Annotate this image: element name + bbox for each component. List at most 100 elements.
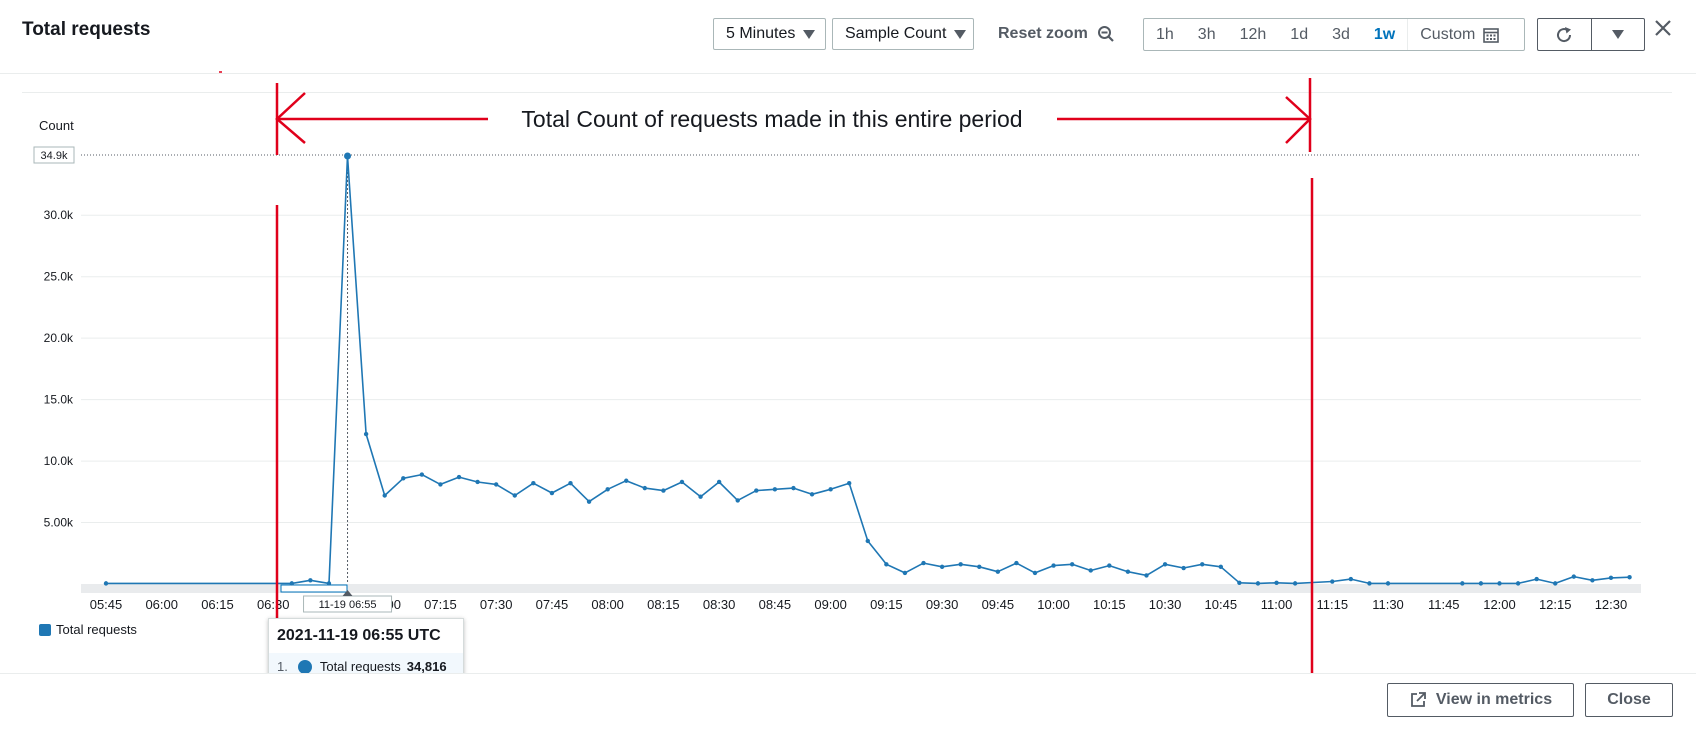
series-points xyxy=(103,152,1632,586)
data-point xyxy=(344,152,352,160)
tooltip-series-dot xyxy=(297,659,312,674)
data-point xyxy=(1367,581,1372,586)
data-point xyxy=(772,487,778,492)
data-point xyxy=(1181,565,1186,571)
x-tick-label: 06:15 xyxy=(201,597,234,612)
x-tick-label: 08:45 xyxy=(759,597,792,612)
data-point xyxy=(661,488,666,493)
data-point xyxy=(847,481,852,486)
data-point xyxy=(1032,570,1038,576)
data-point xyxy=(1553,581,1558,586)
tooltip-series-name: Total requests xyxy=(319,659,401,674)
x-tick-label: 09:45 xyxy=(982,597,1015,612)
data-point xyxy=(1255,581,1261,586)
y-axis: 5.00k 10.0k 15.0k 20.0k 25.0k 30.0k 34.9k Count xyxy=(33,118,75,530)
data-point xyxy=(103,581,109,586)
close-button[interactable]: Close xyxy=(1585,683,1673,717)
data-point xyxy=(1144,573,1149,578)
x-tick-label: 06:30 xyxy=(257,597,290,612)
data-point xyxy=(1348,576,1354,582)
x-tick-label: 11:00 xyxy=(1261,597,1293,612)
data-point xyxy=(419,472,425,477)
tooltip-date: 2021-11-19 06:55 UTC xyxy=(277,627,441,644)
data-point xyxy=(1069,562,1075,567)
data-point xyxy=(1478,581,1484,586)
hover-label-text: 11-19 06:55 xyxy=(319,599,377,611)
data-point xyxy=(326,581,332,586)
data-point xyxy=(1274,580,1279,585)
tooltip-value: 34,816 xyxy=(406,659,447,674)
data-point xyxy=(1088,568,1093,573)
x-tick-label: 12:00 xyxy=(1483,597,1516,612)
data-point xyxy=(549,490,555,496)
data-point xyxy=(531,481,536,486)
data-point xyxy=(512,493,517,498)
x-tick-label: 10:00 xyxy=(1037,597,1070,612)
x-tick-label: 11:15 xyxy=(1316,597,1348,612)
data-point xyxy=(438,482,443,487)
data-point xyxy=(735,498,740,503)
data-point xyxy=(1627,575,1632,580)
data-point xyxy=(716,479,722,485)
data-point xyxy=(456,474,462,480)
data-point xyxy=(1051,563,1056,568)
data-point xyxy=(679,479,685,485)
x-tick-label: 12:30 xyxy=(1595,597,1628,612)
data-point xyxy=(1608,575,1614,581)
data-point xyxy=(401,476,406,481)
data-point xyxy=(1200,562,1205,567)
x-tick-label: 08:15 xyxy=(647,597,680,612)
data-point xyxy=(624,478,629,483)
data-point xyxy=(1385,581,1391,586)
data-point xyxy=(698,494,703,499)
chart-legend[interactable]: Total requests xyxy=(39,622,137,637)
annotation-text: Total Count of requests made in this ent… xyxy=(521,106,1022,132)
x-tick-label: 09:30 xyxy=(926,597,959,612)
data-point xyxy=(382,493,387,498)
data-point xyxy=(828,487,833,492)
data-point xyxy=(865,538,870,544)
data-point xyxy=(363,431,369,437)
x-tick-label: 07:30 xyxy=(480,597,513,612)
view-in-metrics-label: View in metrics xyxy=(1435,691,1553,708)
x-tick-label: 07:45 xyxy=(536,597,569,612)
x-tick-label: 07:15 xyxy=(424,597,457,612)
y-tick-label: 15.0k xyxy=(44,393,74,407)
y-tick-label: 5.00k xyxy=(44,516,74,530)
x-tick-label: 09:00 xyxy=(814,597,847,612)
x-tick-label: 10:45 xyxy=(1205,597,1238,612)
data-point xyxy=(1330,579,1335,584)
data-point xyxy=(475,479,480,485)
data-point xyxy=(791,485,796,491)
data-point xyxy=(995,569,1001,574)
x-tick-label: 09:15 xyxy=(870,597,903,612)
data-point xyxy=(977,564,982,569)
data-point xyxy=(1162,562,1168,567)
x-tick-label: 06:00 xyxy=(145,597,178,612)
close-button-label: Close xyxy=(1607,691,1651,708)
zoom-selection-handle xyxy=(280,584,348,593)
data-point xyxy=(809,492,815,497)
chart-gridlines xyxy=(81,154,1641,524)
tooltip-index: 1. xyxy=(277,659,288,674)
x-tick-label: 08:30 xyxy=(703,597,736,612)
data-point xyxy=(605,487,610,492)
y-tick-label: 25.0k xyxy=(44,270,74,284)
data-point xyxy=(568,481,573,486)
data-point xyxy=(1292,581,1298,586)
data-point xyxy=(884,562,889,567)
x-tick-label: 10:15 xyxy=(1093,597,1126,612)
data-point xyxy=(1014,560,1019,566)
view-in-metrics-button[interactable]: View in metrics xyxy=(1387,683,1574,717)
data-point xyxy=(289,581,294,586)
data-point xyxy=(1571,574,1577,579)
data-point xyxy=(1107,563,1112,568)
data-point xyxy=(1515,581,1521,586)
data-point xyxy=(308,578,313,583)
data-point xyxy=(921,560,926,566)
data-point xyxy=(493,482,499,487)
line-chart[interactable]: 5.00k 10.0k 15.0k 20.0k 25.0k 30.0k 34.9k Count… xyxy=(0,0,1696,728)
data-point xyxy=(902,570,908,576)
data-point xyxy=(939,564,945,569)
data-point xyxy=(1460,581,1465,586)
